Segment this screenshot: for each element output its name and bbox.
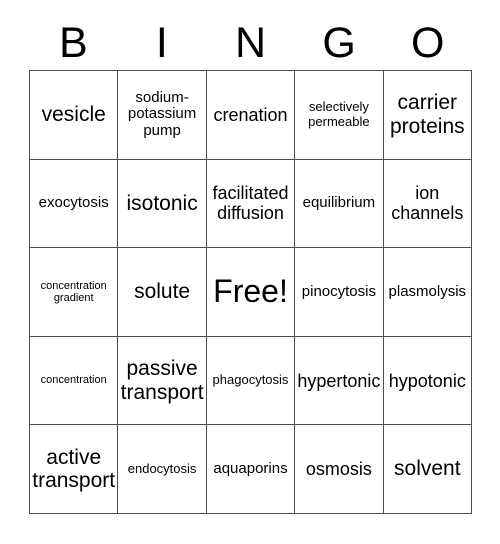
header-letter-g: G — [322, 18, 356, 67]
bingo-cell-label: ion channels — [391, 183, 464, 224]
bingo-cell-n4[interactable]: phagocytosis — [206, 336, 296, 426]
bingo-cell-o5[interactable]: solvent — [383, 425, 472, 514]
bingo-cell-label: selectively permeable — [308, 99, 370, 129]
bingo-card: B I N G O vesicle sodium-potassium pump … — [0, 0, 500, 544]
bingo-cell-label: exocytosis — [38, 193, 109, 211]
bingo-cell-g3[interactable]: pinocytosis — [295, 248, 384, 337]
bingo-cell-g5[interactable]: osmosis — [295, 425, 384, 514]
bingo-cell-label: concentration gradient — [40, 279, 107, 304]
bingo-cell-i2[interactable]: isotonic — [118, 159, 207, 249]
bingo-cell-n5[interactable]: aquaporins — [206, 425, 296, 514]
bingo-cell-label: facilitated diffusion — [212, 183, 289, 224]
header-letter-i: I — [155, 18, 168, 67]
bingo-cell-label: vesicle — [41, 103, 106, 127]
bingo-cell-label: sodium-potassium pump — [127, 88, 197, 140]
bingo-cell-b3[interactable]: concentration gradient — [30, 248, 119, 337]
bingo-cell-o2[interactable]: ion channels — [383, 159, 472, 249]
free-space-label: Free! — [213, 273, 288, 310]
header-letter-b: B — [58, 18, 88, 67]
bingo-cell-o3[interactable]: plasmolysis — [383, 248, 472, 337]
bingo-cell-n2[interactable]: facilitated diffusion — [206, 159, 296, 249]
bingo-cell-label: solvent — [394, 457, 461, 481]
bingo-cell-label: solute — [134, 280, 191, 304]
bingo-cell-free-space[interactable]: Free! — [206, 248, 296, 337]
bingo-cell-i1[interactable]: sodium-potassium pump — [118, 71, 207, 160]
bingo-cell-label: pinocytosis — [301, 282, 376, 300]
bingo-cell-label: phagocytosis — [212, 372, 289, 388]
bingo-cell-b5[interactable]: active transport — [30, 425, 119, 514]
bingo-cell-label: aquaporins — [213, 459, 288, 477]
bingo-cell-label: crenation — [213, 104, 288, 125]
bingo-grid: vesicle sodium-potassium pump crenation … — [29, 70, 472, 514]
bingo-cell-b4[interactable]: concentration — [30, 336, 119, 426]
bingo-cell-label: active transport — [32, 445, 116, 493]
bingo-cell-label: plasmolysis — [388, 282, 467, 300]
bingo-cell-n1[interactable]: crenation — [206, 71, 296, 160]
bingo-cell-g2[interactable]: equilibrium — [295, 159, 384, 249]
bingo-cell-label: equilibrium — [302, 193, 376, 211]
bingo-cell-label: carrier proteins — [389, 91, 465, 138]
bingo-cell-g1[interactable]: selectively permeable — [295, 71, 384, 160]
bingo-cell-label: endocytosis — [127, 460, 197, 476]
bingo-cell-o1[interactable]: carrier proteins — [383, 71, 472, 160]
bingo-cell-g4[interactable]: hypertonic — [295, 336, 384, 426]
bingo-cell-label: hypotonic — [388, 370, 466, 391]
header-letter-n: N — [234, 18, 267, 67]
bingo-header: B I N G O — [29, 16, 472, 70]
bingo-cell-i3[interactable]: solute — [118, 248, 207, 337]
bingo-cell-i5[interactable]: endocytosis — [118, 425, 207, 514]
bingo-cell-label: passive transport — [120, 357, 204, 404]
bingo-cell-label: osmosis — [305, 459, 372, 480]
bingo-cell-label: concentration — [40, 374, 107, 387]
bingo-cell-label: isotonic — [126, 191, 198, 215]
bingo-cell-o4[interactable]: hypotonic — [383, 336, 472, 426]
bingo-cell-b1[interactable]: vesicle — [30, 71, 119, 160]
bingo-cell-label: hypertonic — [297, 370, 381, 391]
bingo-cell-i4[interactable]: passive transport — [118, 336, 207, 426]
header-letter-o: O — [410, 18, 445, 67]
bingo-cell-b2[interactable]: exocytosis — [30, 159, 119, 249]
